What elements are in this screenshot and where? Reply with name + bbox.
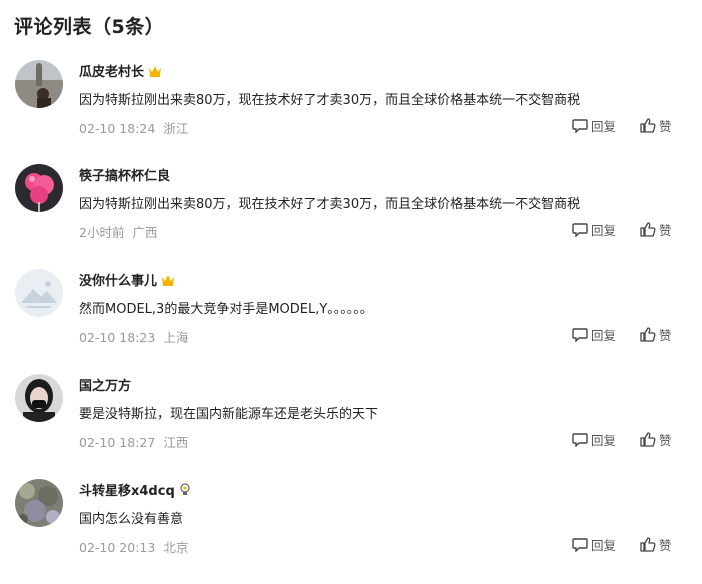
thumbs-up-icon bbox=[640, 118, 656, 133]
reply-button[interactable]: 回复 bbox=[572, 220, 616, 239]
avatar[interactable] bbox=[15, 374, 63, 422]
reply-button[interactable]: 回复 bbox=[572, 535, 616, 554]
comment-meta: 02-10 18:23 上海 bbox=[79, 327, 188, 346]
thumbs-up-icon bbox=[640, 327, 656, 342]
comment-meta: 02-10 20:13 北京 bbox=[79, 537, 188, 556]
comment-author[interactable]: 筷子搞杯杯仁良 bbox=[79, 165, 170, 184]
comment-location: 上海 bbox=[163, 330, 189, 345]
comment-text: 然而MODEL,3的最大竞争对手是MODEL,Y。。。。。。 bbox=[79, 302, 373, 317]
comment-location: 江西 bbox=[163, 435, 189, 450]
reply-icon bbox=[572, 223, 588, 237]
thumbs-up-icon bbox=[640, 432, 656, 447]
comment-time: 02-10 18:27 bbox=[79, 435, 156, 450]
comment-actions: 回复 赞 bbox=[572, 220, 672, 240]
comment-actions: 回复 赞 bbox=[572, 325, 672, 345]
page-title: 评论列表（5条） bbox=[14, 16, 165, 38]
crown-icon bbox=[148, 65, 162, 81]
reply-icon bbox=[572, 433, 588, 447]
comment-author[interactable]: 斗转星移x4dcq bbox=[79, 480, 191, 500]
comment-time: 02-10 20:13 bbox=[79, 540, 156, 555]
thumbs-up-icon bbox=[640, 222, 656, 237]
reply-icon bbox=[572, 538, 588, 552]
like-button[interactable]: 赞 bbox=[640, 116, 672, 135]
like-button[interactable]: 赞 bbox=[640, 535, 672, 554]
reply-button[interactable]: 回复 bbox=[572, 430, 616, 449]
reply-button[interactable]: 回复 bbox=[572, 325, 616, 344]
comment-text: 因为特斯拉刚出来卖80万，现在技术好了才卖30万，而且全球价格基本统一不交智商税 bbox=[79, 197, 581, 212]
comment-time: 2小时前 bbox=[79, 225, 125, 240]
comment-text: 国内怎么没有善意 bbox=[79, 512, 184, 527]
comment-actions: 回复 赞 bbox=[572, 116, 672, 136]
like-button[interactable]: 赞 bbox=[640, 325, 672, 344]
comment-author[interactable]: 国之万方 bbox=[79, 375, 131, 394]
thumbs-up-icon bbox=[640, 537, 656, 552]
avatar[interactable] bbox=[15, 269, 63, 317]
comment-item: 没你什么事儿 然而MODEL,3的最大竞争对手是MODEL,Y。。。。。。 02… bbox=[0, 269, 702, 369]
comment-item: 筷子搞杯杯仁良 因为特斯拉刚出来卖80万，现在技术好了才卖30万，而且全球价格基… bbox=[0, 164, 702, 264]
comment-author[interactable]: 瓜皮老村长 bbox=[79, 61, 162, 81]
comment-actions: 回复 赞 bbox=[572, 535, 672, 555]
comment-location: 北京 bbox=[163, 540, 189, 555]
avatar[interactable] bbox=[15, 60, 63, 108]
reply-icon bbox=[572, 328, 588, 342]
comment-location: 浙江 bbox=[163, 121, 189, 136]
comment-text: 因为特斯拉刚出来卖80万，现在技术好了才卖30万，而且全球价格基本统一不交智商税 bbox=[79, 93, 581, 108]
comment-item: 瓜皮老村长 因为特斯拉刚出来卖80万，现在技术好了才卖30万，而且全球价格基本统… bbox=[0, 60, 702, 160]
comment-time: 02-10 18:23 bbox=[79, 330, 156, 345]
comment-meta: 02-10 18:27 江西 bbox=[79, 432, 188, 451]
comment-time: 02-10 18:24 bbox=[79, 121, 156, 136]
comment-actions: 回复 赞 bbox=[572, 430, 672, 450]
reply-icon bbox=[572, 119, 588, 133]
comment-author[interactable]: 没你什么事儿 bbox=[79, 270, 175, 290]
bulb-badge-icon bbox=[179, 483, 191, 500]
like-button[interactable]: 赞 bbox=[640, 430, 672, 449]
avatar[interactable] bbox=[15, 479, 63, 527]
comment-meta: 02-10 18:24 浙江 bbox=[79, 118, 188, 137]
comment-location: 广西 bbox=[132, 225, 158, 240]
like-button[interactable]: 赞 bbox=[640, 220, 672, 239]
comment-text: 要是没特斯拉，现在国内新能源车还是老头乐的天下 bbox=[79, 407, 379, 422]
comment-item: 国之万方 要是没特斯拉，现在国内新能源车还是老头乐的天下 02-10 18:27… bbox=[0, 374, 702, 474]
crown-icon bbox=[161, 274, 175, 290]
avatar[interactable] bbox=[15, 164, 63, 212]
comment-item: 斗转星移x4dcq 国内怎么没有善意 02-10 20:13 北京 回复 赞 bbox=[0, 479, 702, 579]
comment-meta: 2小时前 广西 bbox=[79, 222, 157, 241]
reply-button[interactable]: 回复 bbox=[572, 116, 616, 135]
